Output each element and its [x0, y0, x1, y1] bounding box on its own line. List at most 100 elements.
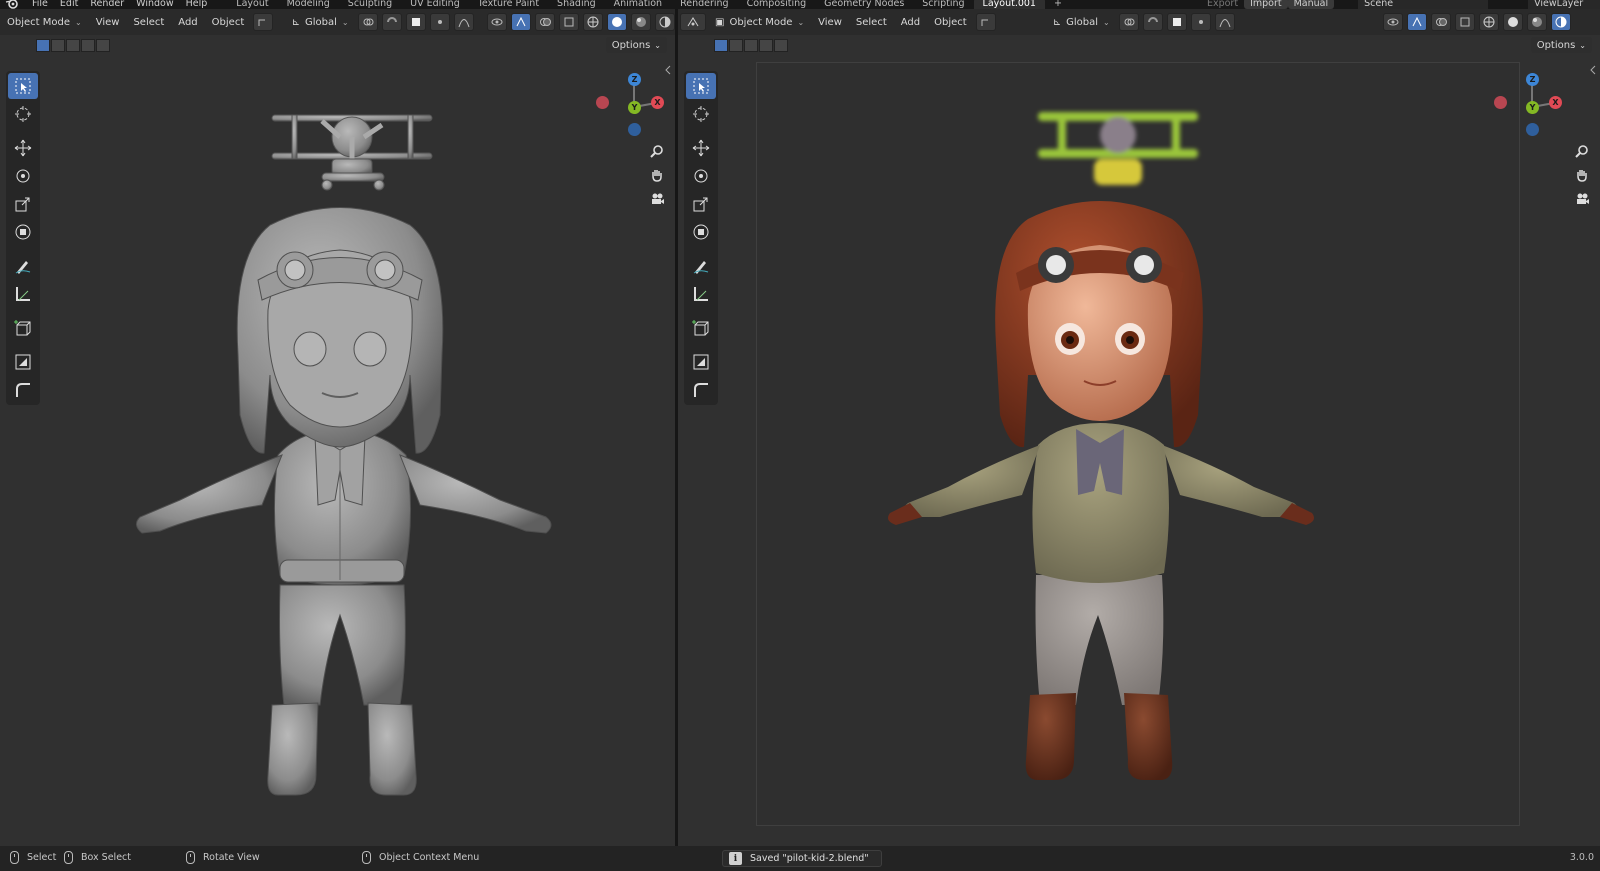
manual-button[interactable]: Manual — [1287, 0, 1335, 9]
transform-orientation-dropdown[interactable]: ⊾ Global ⌄ — [287, 13, 354, 31]
editor-type-icon[interactable] — [680, 13, 706, 31]
snap-icon[interactable] — [1142, 13, 1163, 31]
select-intersect-icon[interactable] — [96, 38, 110, 52]
rendered-character-model[interactable] — [678, 55, 1600, 846]
menu-view[interactable]: View — [813, 13, 847, 31]
sidebar-toggle-icon[interactable] — [1588, 59, 1598, 81]
transform-orientation-dropdown[interactable]: ⊾ Global ⌄ — [1048, 13, 1115, 31]
overlays-icon[interactable] — [535, 13, 555, 31]
shading-wireframe-icon[interactable] — [1478, 13, 1499, 31]
gizmo-z-axis[interactable]: Z — [628, 73, 641, 86]
gizmo-neg-z-axis[interactable] — [628, 123, 641, 136]
menu-object[interactable]: Object — [929, 13, 972, 31]
tab-geometry-nodes[interactable]: Geometry Nodes — [815, 0, 913, 9]
sculpt-character-model[interactable] — [0, 55, 675, 846]
shading-rendered-icon[interactable] — [655, 13, 675, 31]
gizmo-toggle-icon[interactable] — [511, 13, 531, 31]
menu-view[interactable]: View — [91, 13, 125, 31]
menu-file[interactable]: File — [26, 0, 54, 9]
gizmo-neg-x-axis[interactable] — [596, 96, 609, 109]
overlays-icon[interactable] — [1430, 13, 1451, 31]
gizmo-x-axis[interactable]: X — [651, 96, 664, 109]
navigation-gizmo[interactable]: Z Y X — [1492, 71, 1572, 141]
menu-render[interactable]: Render — [84, 0, 130, 9]
tab-layout-001[interactable]: Layout.001 — [973, 0, 1045, 9]
camera-view-icon[interactable] — [646, 188, 668, 210]
viewport-canvas-solid[interactable]: Z Y X — [0, 55, 675, 846]
tab-shading[interactable]: Shading — [548, 0, 605, 9]
options-dropdown[interactable]: Options ⌄ — [1530, 37, 1592, 53]
select-extend-icon[interactable] — [729, 38, 743, 52]
snap-target-icon[interactable] — [405, 13, 426, 31]
menu-select[interactable]: Select — [851, 13, 892, 31]
options-dropdown[interactable]: Options ⌄ — [605, 37, 667, 53]
report-message[interactable]: i Saved "pilot-kid-2.blend" — [722, 850, 882, 867]
gizmo-z-axis[interactable]: Z — [1526, 73, 1539, 86]
visibility-icon[interactable] — [487, 13, 507, 31]
shading-material-icon[interactable] — [631, 13, 651, 31]
tab-compositing[interactable]: Compositing — [738, 0, 816, 9]
mode-dropdown[interactable]: ▣ Object Mode ⌄ — [710, 13, 809, 31]
visibility-icon[interactable] — [1382, 13, 1403, 31]
navigation-gizmo[interactable]: Z Y X — [594, 71, 674, 141]
shading-material-icon[interactable] — [1526, 13, 1547, 31]
menu-add[interactable]: Add — [173, 13, 202, 31]
select-new-icon[interactable] — [36, 38, 50, 52]
select-extend-icon[interactable] — [51, 38, 65, 52]
export-button[interactable]: Export — [1201, 0, 1244, 9]
gizmo-y-axis[interactable]: Y — [1526, 101, 1539, 114]
camera-view-icon[interactable] — [1571, 188, 1593, 210]
tab-animation[interactable]: Animation — [605, 0, 671, 9]
proportional-editing-icon[interactable] — [429, 13, 450, 31]
select-intersect-icon[interactable] — [774, 38, 788, 52]
tab-texture-paint[interactable]: Texture Paint — [469, 0, 548, 9]
proportional-editing-icon[interactable] — [1190, 13, 1211, 31]
gizmo-y-axis[interactable]: Y — [628, 101, 641, 114]
tab-scripting[interactable]: Scripting — [913, 0, 973, 9]
mode-dropdown[interactable]: Object Mode ⌄ — [2, 13, 87, 31]
shading-rendered-icon[interactable] — [1550, 13, 1571, 31]
xray-icon[interactable] — [559, 13, 579, 31]
zoom-icon[interactable] — [646, 140, 668, 162]
snap-icon[interactable] — [381, 13, 402, 31]
pan-hand-icon[interactable] — [646, 164, 668, 186]
pivot-point-icon[interactable] — [253, 13, 274, 31]
menu-edit[interactable]: Edit — [54, 0, 84, 9]
menu-help[interactable]: Help — [180, 0, 214, 9]
view-layer-selector[interactable]: ViewLayer — [1528, 0, 1600, 9]
select-new-icon[interactable] — [714, 38, 728, 52]
shading-wireframe-icon[interactable] — [583, 13, 603, 31]
select-invert-icon[interactable] — [81, 38, 95, 52]
import-button[interactable]: Import — [1244, 0, 1288, 9]
menu-add[interactable]: Add — [896, 13, 925, 31]
scene-selector[interactable]: Scene — [1358, 0, 1489, 9]
add-workspace-button[interactable]: + — [1045, 0, 1071, 9]
tab-rendering[interactable]: Rendering — [671, 0, 738, 9]
tab-sculpting[interactable]: Sculpting — [339, 0, 401, 9]
zoom-icon[interactable] — [1571, 140, 1593, 162]
gizmo-toggle-icon[interactable] — [1406, 13, 1427, 31]
tab-uv-editing[interactable]: UV Editing — [401, 0, 469, 9]
shading-solid-icon[interactable] — [1502, 13, 1523, 31]
viewport-canvas-rendered[interactable]: Z Y X — [678, 55, 1600, 846]
menu-window[interactable]: Window — [130, 0, 179, 9]
menu-select[interactable]: Select — [128, 13, 169, 31]
falloff-icon[interactable] — [1214, 13, 1235, 31]
menu-object[interactable]: Object — [207, 13, 250, 31]
transform-pivot-icon[interactable] — [357, 13, 378, 31]
gizmo-neg-x-axis[interactable] — [1494, 96, 1507, 109]
falloff-icon[interactable] — [453, 13, 474, 31]
transform-pivot-icon[interactable] — [1118, 13, 1139, 31]
pan-hand-icon[interactable] — [1571, 164, 1593, 186]
gizmo-neg-z-axis[interactable] — [1526, 123, 1539, 136]
gizmo-x-axis[interactable]: X — [1549, 96, 1562, 109]
select-subtract-icon[interactable] — [66, 38, 80, 52]
select-invert-icon[interactable] — [759, 38, 773, 52]
sidebar-toggle-icon[interactable] — [663, 59, 673, 81]
shading-solid-icon[interactable] — [607, 13, 627, 31]
pivot-point-icon[interactable] — [975, 13, 996, 31]
tab-modeling[interactable]: Modeling — [278, 0, 339, 9]
tab-layout[interactable]: Layout — [227, 0, 277, 9]
blender-logo-icon[interactable] — [4, 0, 20, 9]
xray-icon[interactable] — [1454, 13, 1475, 31]
